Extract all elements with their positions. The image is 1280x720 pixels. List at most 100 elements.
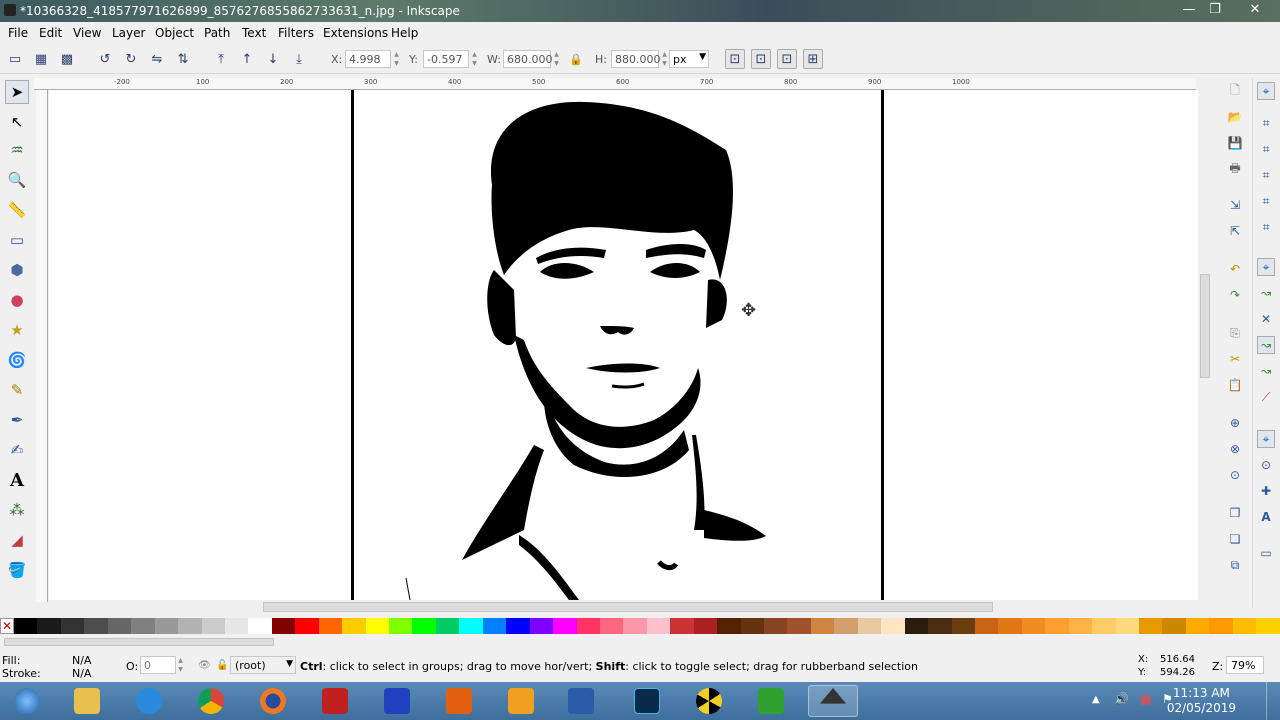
snap-bbox-edge-icon[interactable]: ⌗ (1257, 140, 1275, 158)
palette-swatch[interactable] (37, 618, 61, 634)
taskbar-media[interactable] (496, 685, 546, 717)
zoom-tool-icon[interactable]: 🔍 (5, 168, 29, 192)
menu-extensions[interactable]: Extensions (323, 26, 388, 40)
menu-path[interactable]: Path (204, 26, 230, 40)
palette-swatch[interactable] (1256, 618, 1280, 634)
circle-tool-icon[interactable]: ● (5, 288, 29, 312)
taskbar-word[interactable] (556, 685, 606, 717)
x-spinner-icon[interactable]: ▲ ▼ (392, 50, 401, 68)
layer-select[interactable]: (root) ▼ (230, 656, 296, 674)
snap-cusp-icon[interactable]: ↝ (1257, 336, 1275, 354)
stroke-value[interactable]: N/A (72, 667, 91, 680)
palette-swatch[interactable] (1092, 618, 1116, 634)
lock-icon[interactable]: 🔒 (569, 53, 583, 66)
palette-swatch[interactable] (295, 618, 319, 634)
export-icon[interactable]: ⇱ (1226, 222, 1244, 240)
palette-swatch[interactable] (506, 618, 530, 634)
x-input[interactable]: 4.998 (345, 50, 391, 68)
snap-smooth-icon[interactable]: ↝ (1257, 362, 1275, 380)
palette-swatch[interactable] (271, 618, 296, 634)
eye-icon[interactable]: 👁 (198, 660, 211, 671)
volume-icon[interactable]: 🔊 (1114, 692, 1129, 706)
star-tool-icon[interactable]: ★ (5, 318, 29, 342)
snap-bbox-center-icon[interactable]: ⌗ (1257, 218, 1275, 236)
opacity-input[interactable]: 0 (140, 656, 176, 674)
palette-swatch[interactable] (1139, 618, 1163, 634)
snap-others-icon[interactable]: ⌖ (1257, 430, 1275, 448)
palette-swatch[interactable] (201, 618, 225, 634)
palette-swatch[interactable] (342, 618, 366, 634)
rect-tool-icon[interactable]: ▭ (5, 228, 29, 252)
palette-swatch[interactable] (1115, 618, 1139, 634)
palette-swatch[interactable] (740, 618, 764, 634)
palette-swatch[interactable] (84, 618, 108, 634)
eraser-tool-icon[interactable]: ◢ (5, 528, 29, 552)
lower-icon[interactable]: ↓ (263, 49, 283, 69)
taskbar-app[interactable] (372, 685, 422, 717)
palette-swatch[interactable] (1045, 618, 1069, 634)
palette-swatch[interactable] (857, 618, 882, 634)
taskbar-acrobat[interactable] (310, 685, 360, 717)
palette-swatch[interactable] (623, 618, 647, 634)
taskbar-nuclear[interactable] (684, 685, 734, 717)
palette-swatch[interactable] (951, 618, 975, 634)
traced-portrait-image[interactable] (354, 90, 881, 600)
palette-swatch[interactable] (1209, 618, 1233, 634)
y-input[interactable]: -0.597 (423, 50, 469, 68)
palette-swatch[interactable] (154, 618, 179, 634)
no-paint-swatch-icon[interactable]: ✕ (0, 618, 14, 634)
print-icon[interactable]: 🖶 (1226, 160, 1244, 178)
palette-swatch[interactable] (1068, 618, 1093, 634)
import-icon[interactable]: ⇲ (1226, 196, 1244, 214)
snap-nodes-icon[interactable]: ⌖ (1257, 258, 1275, 276)
palette-swatch[interactable] (881, 618, 905, 634)
palette-swatch[interactable] (1185, 618, 1210, 634)
snap-intersections-icon[interactable]: ✕ (1257, 310, 1275, 328)
taskbar-photoshop[interactable] (622, 685, 672, 717)
scale-stroke-icon[interactable]: ⊡ (725, 49, 745, 69)
flip-vertical-icon[interactable]: ⇅ (173, 49, 193, 69)
zoom-drawing-icon[interactable]: ⊗ (1226, 440, 1244, 458)
horizontal-scroll-thumb[interactable] (263, 602, 993, 612)
menu-view[interactable]: View (73, 26, 101, 40)
minimize-button[interactable]: — (1176, 1, 1202, 19)
undo-icon[interactable]: ↶ (1226, 260, 1244, 278)
duplicate-icon[interactable]: ❐ (1226, 504, 1244, 522)
text-tool-icon[interactable]: A (5, 468, 29, 492)
transform-patterns-icon[interactable]: ⊞ (803, 49, 823, 69)
snap-page-icon[interactable]: ▭ (1257, 544, 1275, 562)
palette-swatch[interactable] (974, 618, 999, 634)
new-document-icon[interactable]: 🗋 (1226, 82, 1244, 100)
unlink-clone-icon[interactable]: ⧉ (1226, 556, 1244, 574)
calligraphy-tool-icon[interactable]: ✍ (5, 438, 29, 462)
palette-swatch[interactable] (1162, 618, 1186, 634)
show-desktop-button[interactable] (1266, 682, 1280, 720)
horizontal-scrollbar[interactable] (49, 600, 1198, 614)
taskbar-ie[interactable] (124, 685, 174, 717)
menu-filters[interactable]: Filters (278, 26, 314, 40)
menu-layer[interactable]: Layer (112, 26, 145, 40)
palette-swatch[interactable] (178, 618, 202, 634)
palette-swatch[interactable] (224, 618, 249, 634)
palette-swatch[interactable] (810, 618, 835, 634)
w-spinner-icon[interactable]: ▲ ▼ (552, 50, 561, 68)
clone-icon[interactable]: ❏ (1226, 530, 1244, 548)
palette-swatch[interactable] (435, 618, 460, 634)
open-icon[interactable]: 📂 (1226, 108, 1244, 126)
palette-swatch[interactable] (670, 618, 694, 634)
width-input[interactable]: 680.000 (503, 50, 553, 68)
palette-swatch[interactable] (60, 618, 85, 634)
snap-bbox-icon[interactable]: ⌗ (1257, 114, 1275, 132)
palette-swatch[interactable] (365, 618, 389, 634)
height-input[interactable]: 880.000 (611, 50, 661, 68)
menu-text[interactable]: Text (242, 26, 266, 40)
palette-swatch[interactable] (1232, 618, 1257, 634)
paste-icon[interactable]: 📋 (1226, 376, 1244, 394)
palette-swatch[interactable] (834, 618, 858, 634)
pencil-tool-icon[interactable]: ✎ (5, 378, 29, 402)
transform-gradients-icon[interactable]: ⊡ (777, 49, 797, 69)
close-button[interactable]: ✕ (1238, 1, 1272, 19)
raise-icon[interactable]: ↑ (237, 49, 257, 69)
vertical-scrollbar[interactable] (1198, 78, 1212, 600)
opacity-spinner-icon[interactable]: ▲ ▼ (176, 656, 185, 674)
